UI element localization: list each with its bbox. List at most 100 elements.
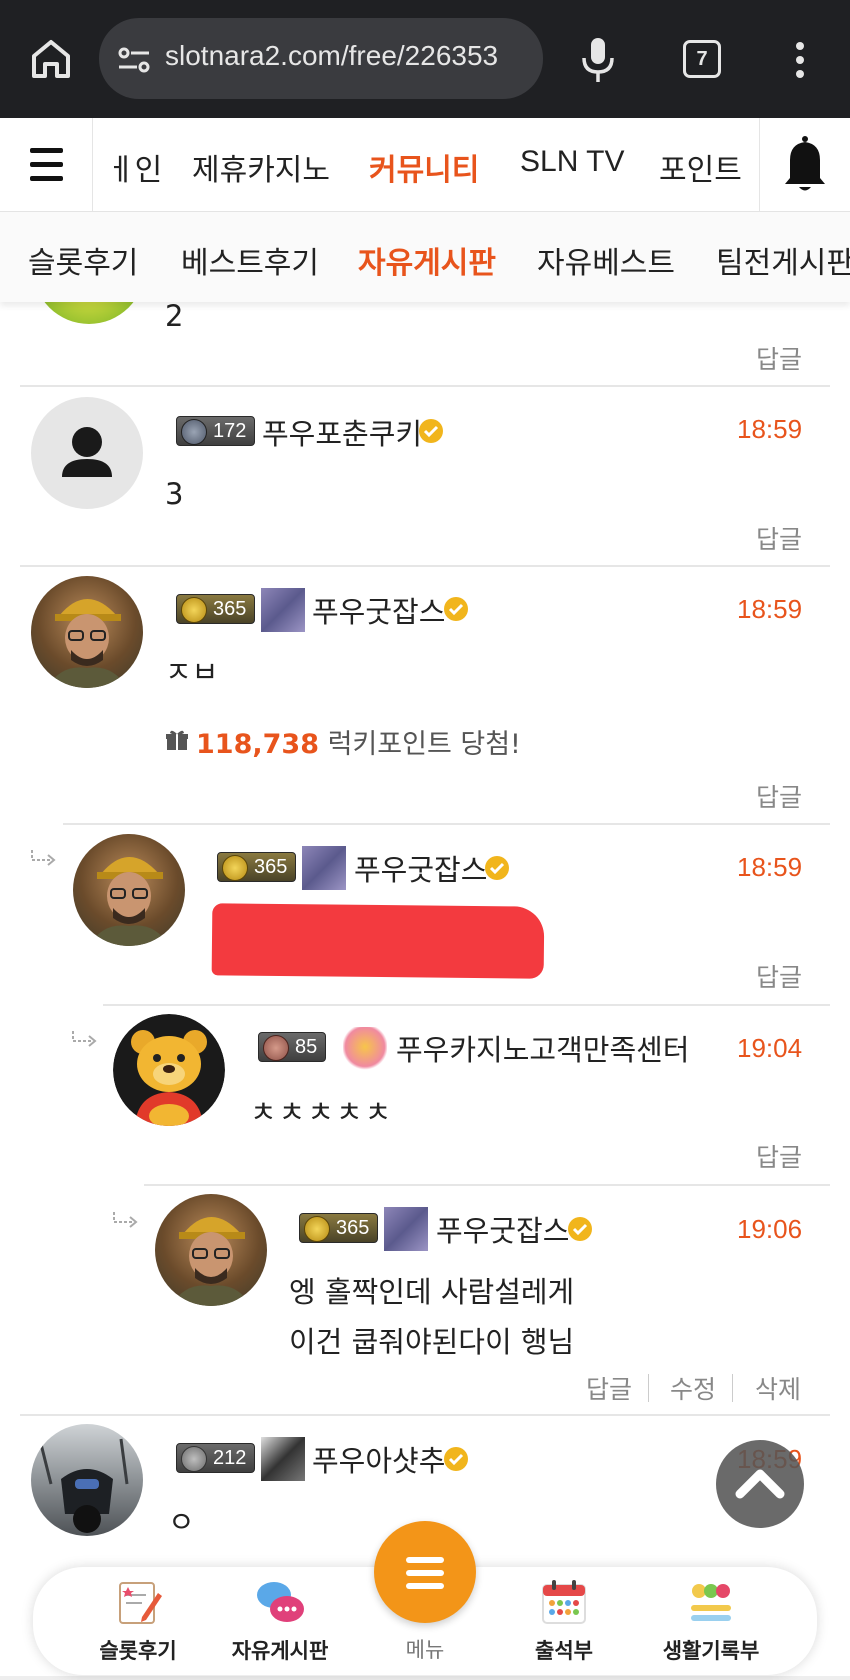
verified-badge-icon [485,856,509,880]
comment-time: 19:06 [737,1214,803,1244]
reply-button[interactable]: 답글 [756,340,802,376]
menu-fab-button[interactable] [374,1521,476,1623]
avatar[interactable] [31,1424,143,1536]
nav-item-sln-tv[interactable]: SLN TV [520,145,625,179]
verified-badge-icon [444,1447,468,1471]
reply-arrow-icon [113,1212,138,1228]
nickname-image [261,588,305,632]
chat-bubbles-icon [257,1582,304,1622]
comment-time: 18:59 [737,852,803,882]
main-nav-items: ㅔ인 제휴카지노 커뮤니티 SLN TV 포인트 [93,118,759,212]
subnav-item-free-board[interactable]: 자유게시판 [358,238,496,282]
reply-button[interactable]: 답글 [756,778,802,814]
subnav-item-free-best[interactable]: 자유베스트 [537,238,675,282]
divider [648,1374,649,1402]
comment-time: 18:59 [737,414,803,444]
notification-bell-icon[interactable] [759,118,850,212]
nav-item-community[interactable]: 커뮤니티 [369,145,479,189]
comment-body: ㅇ [168,1505,195,1539]
comment-body-line: 엥 홀짝인데 사람설레게 [289,1275,575,1309]
sub-navigation: 슬롯후기 베스트후기 자유게시판 자유베스트 팀전게시판 [0,212,850,302]
nickname[interactable]: 푸우굿잡스 [436,1208,569,1250]
emoji-faces-icon [691,1584,731,1621]
lucky-point-amount: 118,738 [196,729,319,760]
nickname-image [384,1207,428,1251]
reply-button[interactable]: 답글 [756,958,802,994]
subnav-item-best-review[interactable]: 베스트후기 [181,238,319,282]
redacted-content [211,903,545,979]
comment-body: 3 [165,477,184,511]
scroll-to-top-button[interactable] [716,1440,804,1528]
subnav-item-slot-review[interactable]: 슬롯후기 [28,238,138,282]
edit-button[interactable]: 수정 [670,1370,716,1406]
avatar-hardhat-man-image [171,1217,251,1306]
divider [732,1374,733,1402]
address-bar[interactable]: slotnara2.com/free/226353 [99,18,543,99]
reply-arrow-icon [31,850,56,866]
more-options-icon[interactable] [790,40,810,80]
site-settings-icon[interactable] [117,45,151,75]
avatar-hardhat-man-image [89,857,169,946]
url-text[interactable]: slotnara2.com/free/226353 [165,40,498,72]
reply-button[interactable]: 답글 [586,1370,632,1406]
nickname[interactable]: 푸우포춘쿠키 [262,411,422,453]
level-badge: 365 [299,1213,379,1243]
reply-arrow-icon [72,1031,97,1047]
verified-badge-icon [568,1217,592,1241]
lucky-point-notice: 118,738 럭키포인트 당첨! [196,722,521,761]
reply-button[interactable]: 답글 [756,520,802,556]
avatar[interactable] [113,1014,225,1126]
comment-body: ㅈㅂ [165,655,219,689]
subnav-item-team-board[interactable]: 팀전게시판 [716,238,850,282]
bottom-tab-label: 생활기록부 [662,1639,760,1663]
comment-time: 18:59 [737,594,803,624]
avatar[interactable] [155,1194,267,1306]
comment-time: 19:04 [737,1033,803,1063]
tab-switcher-button[interactable]: 7 [683,40,721,78]
reply-button[interactable]: 답글 [756,1138,802,1174]
hamburger-menu-icon[interactable] [0,118,93,212]
nav-item-point[interactable]: 포인트 [659,145,742,189]
microphone-icon[interactable] [578,36,618,84]
comment-body-line: 이건 쿱줘야된다이 행님 [289,1325,575,1359]
bottom-tab-life-record[interactable]: 생활기록부 [636,1567,786,1675]
bottom-tab-label: 슬롯후기 [99,1639,177,1663]
nickname[interactable]: 푸우아샷추 [312,1438,445,1480]
level-badge: 172 [176,416,256,446]
nickname[interactable]: 푸우굿잡스 [312,589,445,631]
home-icon[interactable] [26,34,76,84]
level-badge: 212 [176,1443,256,1473]
nickname-image [302,846,346,890]
verified-badge-icon [444,597,468,621]
browser-toolbar: slotnara2.com/free/226353 7 [0,0,850,118]
level-badge: 365 [176,594,256,624]
bottom-tab-label: 자유게시판 [231,1639,329,1663]
bottom-edge [0,1676,850,1680]
avatar-motorcycle-image [39,1438,129,1533]
lucky-point-text: 럭키포인트 당첨! [327,729,521,760]
avatar[interactable] [31,576,143,688]
bottom-tab-attendance[interactable]: 출석부 [489,1567,639,1675]
avatar[interactable] [73,834,185,946]
avatar[interactable] [31,397,143,509]
edit-note-icon [119,1582,162,1624]
verified-badge-icon [419,419,443,443]
level-badge: 365 [217,852,297,882]
nickname[interactable]: 푸우굿잡스 [354,847,487,889]
nickname-image [343,1027,387,1071]
calendar-icon [542,1580,586,1624]
nav-item-partner-casino[interactable]: 제휴카지노 [192,145,330,189]
comment-body: ㅊㅊㅊㅊㅊ [250,1095,394,1129]
comment-item [20,385,830,565]
nickname-image [261,1437,305,1481]
main-navigation: ㅔ인 제휴카지노 커뮤니티 SLN TV 포인트 [0,118,850,212]
delete-button[interactable]: 삭제 [755,1370,801,1406]
bottom-tab-slot-review[interactable]: 슬롯후기 [63,1567,213,1675]
menu-fab-label: 메뉴 [405,1638,445,1662]
bottom-tab-label: 출석부 [535,1639,593,1663]
nav-item-main[interactable]: ㅔ인 [107,145,162,189]
bottom-tab-free-board[interactable]: 자유게시판 [205,1567,355,1675]
nickname[interactable]: 푸우카지노고객만족센터 [396,1027,689,1069]
level-badge: 85 [258,1032,327,1062]
avatar-hardhat-man-image [47,599,127,688]
